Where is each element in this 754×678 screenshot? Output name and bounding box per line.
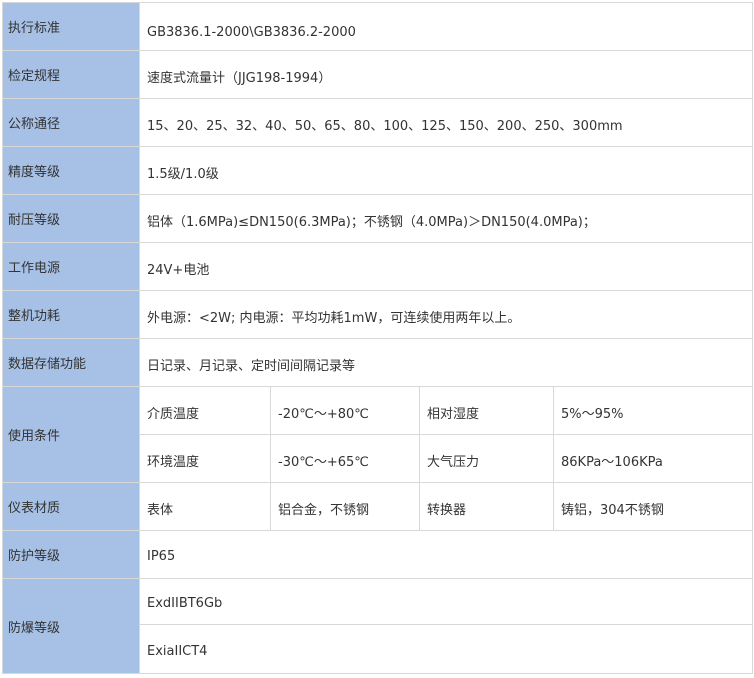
condition-value: 86KPa～106KPa <box>552 434 754 483</box>
table-row: 数据存储功能 日记录、月记录、定时间间隔记录等 <box>2 338 754 387</box>
row-value-protection: IP65 <box>138 530 754 579</box>
material-value: 铝合金，不锈钢 <box>270 482 420 531</box>
table-row: 防爆等级 ExdIIBT6Gb <box>2 578 754 674</box>
row-value-data-storage: 日记录、月记录、定时间间隔记录等 <box>138 338 754 387</box>
row-label-standard: 执行标准 <box>2 2 140 51</box>
row-value-accuracy: 1.5级/1.0级 <box>138 146 754 195</box>
material-key: 表体 <box>139 482 271 531</box>
row-label-power-supply: 工作电源 <box>2 242 140 291</box>
row-label-explosion: 防爆等级 <box>2 578 140 674</box>
table-row: 精度等级 1.5级/1.0级 <box>2 146 754 195</box>
row-label-conditions: 使用条件 <box>2 386 140 483</box>
row-value-explosion: ExiaIICT4 <box>138 624 754 674</box>
row-label-data-storage: 数据存储功能 <box>2 338 140 387</box>
table-row: 耐压等级 铝体（1.6MPa)≤DN150(6.3MPa)；不锈钢（4.0MPa… <box>2 194 754 243</box>
row-label-verification: 检定规程 <box>2 50 140 99</box>
row-value-power-supply: 24V+电池 <box>138 242 754 291</box>
material-value: 铸铝，304不锈钢 <box>552 482 754 531</box>
row-label-protection: 防护等级 <box>2 530 140 579</box>
table-row: 仪表材质 表体 铝合金，不锈钢 转换器 铸铝，304不锈钢 <box>2 482 754 531</box>
material-key: 转换器 <box>419 482 554 531</box>
table-row: 防护等级 IP65 <box>2 530 754 579</box>
row-value-pressure: 铝体（1.6MPa)≤DN150(6.3MPa)；不锈钢（4.0MPa)＞DN1… <box>138 194 754 243</box>
row-label-accuracy: 精度等级 <box>2 146 140 195</box>
row-label-material: 仪表材质 <box>2 482 140 531</box>
row-value-verification: 速度式流量计（JJG198-1994） <box>138 50 754 99</box>
condition-key: 介质温度 <box>139 386 271 435</box>
condition-key: 环境温度 <box>139 434 271 483</box>
row-value-standard: GB3836.1-2000\GB3836.2-2000 <box>138 2 754 51</box>
table-row: 执行标准 GB3836.1-2000\GB3836.2-2000 <box>2 2 754 51</box>
row-label-power-consumption: 整机功耗 <box>2 290 140 339</box>
condition-key: 大气压力 <box>419 434 554 483</box>
row-value-power-consumption: 外电源：<2W; 内电源：平均功耗1mW，可连续使用两年以上。 <box>138 290 754 339</box>
spec-table: 执行标准 GB3836.1-2000\GB3836.2-2000 检定规程 速度… <box>2 2 754 674</box>
row-label-pressure: 耐压等级 <box>2 194 140 243</box>
condition-value: -30℃～+65℃ <box>270 434 420 483</box>
table-row: 公称通径 15、20、25、32、40、50、65、80、100、125、150… <box>2 98 754 147</box>
table-row: 检定规程 速度式流量计（JJG198-1994） <box>2 50 754 99</box>
condition-key: 相对湿度 <box>419 386 554 435</box>
table-row: 整机功耗 外电源：<2W; 内电源：平均功耗1mW，可连续使用两年以上。 <box>2 290 754 339</box>
row-value-nominal-diameter: 15、20、25、32、40、50、65、80、100、125、150、200、… <box>138 98 754 147</box>
condition-value: 5%～95% <box>552 386 754 435</box>
table-row: 工作电源 24V+电池 <box>2 242 754 291</box>
condition-value: -20℃～+80℃ <box>270 386 420 435</box>
row-value-explosion: ExdIIBT6Gb <box>138 578 754 625</box>
row-label-nominal-diameter: 公称通径 <box>2 98 140 147</box>
table-row: 使用条件 介质温度 -20℃～+80℃ 相对湿度 5%～95% <box>2 386 754 483</box>
